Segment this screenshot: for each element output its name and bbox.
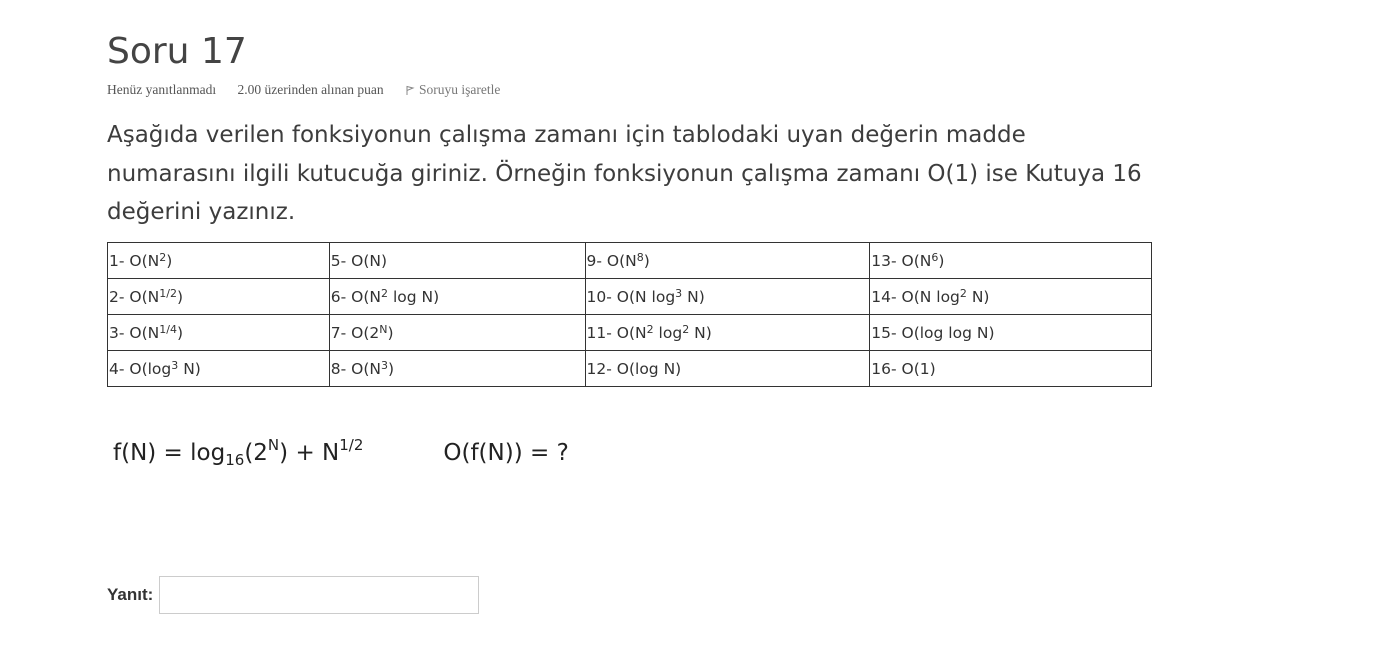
option-post: )	[643, 251, 650, 270]
option-cell: 16- O(1)	[869, 350, 1152, 387]
option-sup: 2	[381, 286, 389, 300]
option-sup: 3	[381, 358, 389, 372]
option-pre: 15- O(log log N)	[871, 323, 995, 342]
question-text: Aşağıda verilen fonksiyonun çalışma zama…	[107, 122, 1142, 225]
option-pre: 6- O(N	[330, 287, 382, 306]
option-post: )	[388, 359, 395, 378]
option-post: )	[387, 323, 394, 342]
option-cell: 9- O(N8)	[584, 242, 871, 279]
option-post: N)	[682, 287, 705, 306]
option-cell: 5- O(N)	[328, 242, 586, 279]
options-table: 1- O(N2) 5- O(N) 9- O(N8) 13- O(N6) 2- O(N1/…	[107, 242, 1152, 387]
flag-question-link[interactable]: Soruyu işaretle	[405, 82, 500, 97]
option-pre: 7- O(2	[330, 323, 380, 342]
option-sup: 2	[646, 322, 654, 336]
option-pre: 10- O(N log	[586, 287, 676, 306]
option-sup: N	[379, 322, 388, 336]
flag-question-label: Soruyu işaretle	[419, 82, 501, 97]
option-cell: 3- O(N1/4)	[107, 314, 330, 351]
option-post: )	[176, 287, 183, 306]
option-cell: 4- O(log3 N)	[107, 350, 330, 387]
function-formula: f(N) = log16(2N) + N1/2 O(f(N)) = ?	[113, 438, 569, 469]
option-pre: 2- O(N	[109, 287, 160, 306]
options-row: 3- O(N1/4) 7- O(2N) 11- O(N2 log2 N) 15- O(…	[107, 314, 1152, 351]
option-post: N)	[966, 287, 990, 306]
option-post: )	[176, 323, 183, 342]
options-row: 2- O(N1/2) 6- O(N2 log N) 10- O(N log3 N) 1…	[107, 278, 1152, 315]
formula-exp-n: N	[267, 436, 280, 454]
option-pre: 1- O(N	[109, 251, 160, 270]
option-cell: 8- O(N3)	[328, 350, 586, 387]
formula-f-mid: (2	[244, 440, 268, 466]
option-pre: 9- O(N	[586, 251, 637, 270]
option-cell: 11- O(N2 log2 N)	[584, 314, 871, 351]
answer-row: Yanıt:	[107, 576, 480, 614]
options-row: 4- O(log3 N) 8- O(N3) 12- O(log N) 16- O(1)	[107, 350, 1152, 387]
option-cell: 10- O(N log3 N)	[584, 278, 871, 315]
question-status: Henüz yanıtlanmadı	[107, 82, 217, 97]
formula-exp-half: 1/2	[339, 436, 364, 454]
option-post: )	[166, 251, 173, 270]
option-cell: 13- O(N6)	[869, 242, 1152, 279]
option-pre: 11- O(N	[586, 323, 647, 342]
option-pre: 5- O(N)	[330, 251, 388, 270]
option-cell: 7- O(2N)	[328, 314, 586, 351]
answer-input[interactable]	[159, 576, 480, 614]
formula-log-base: 16	[225, 451, 245, 469]
option-pre: 4- O(log	[109, 359, 172, 378]
question-title: Soru 17	[107, 31, 247, 72]
option-sup: 1/2	[159, 286, 177, 300]
question-info: Henüz yanıtlanmadı 2.00 üzerinden alınan…	[107, 82, 500, 98]
option-post: )	[938, 251, 945, 270]
answer-label: Yanıt:	[107, 585, 154, 604]
formula-f-pre: f(N) = log	[113, 440, 226, 466]
option-pre: 8- O(N	[330, 359, 382, 378]
option-cell: 12- O(log N)	[584, 350, 871, 387]
option-sup: 1/4	[159, 322, 177, 336]
option-post: log	[653, 323, 683, 342]
option-pre: 14- O(N log	[871, 287, 960, 306]
option-pre: 13- O(N	[871, 251, 932, 270]
option-post: N)	[178, 359, 201, 378]
option-cell: 1- O(N2)	[107, 242, 330, 279]
option-pre: 3- O(N	[109, 323, 160, 342]
formula-f-mid2: ) + N	[279, 440, 340, 466]
flag-icon	[406, 85, 415, 95]
option-sup: 8	[636, 250, 644, 264]
option-pre: 12- O(log N)	[586, 359, 682, 378]
option-post: log N)	[388, 287, 440, 306]
big-o-question: O(f(N)) = ?	[443, 440, 569, 466]
option-pre: 16- O(1)	[871, 359, 936, 378]
options-row: 1- O(N2) 5- O(N) 9- O(N8) 13- O(N6)	[107, 242, 1152, 279]
option-sup: 2	[959, 286, 967, 300]
option-cell: 6- O(N2 log N)	[328, 278, 586, 315]
option-cell: 14- O(N log2 N)	[869, 278, 1152, 315]
question-mark: 2.00 üzerinden alınan puan	[237, 82, 384, 97]
option-cell: 15- O(log log N)	[869, 314, 1152, 351]
option-post2: N)	[689, 323, 712, 342]
option-cell: 2- O(N1/2)	[107, 278, 330, 315]
